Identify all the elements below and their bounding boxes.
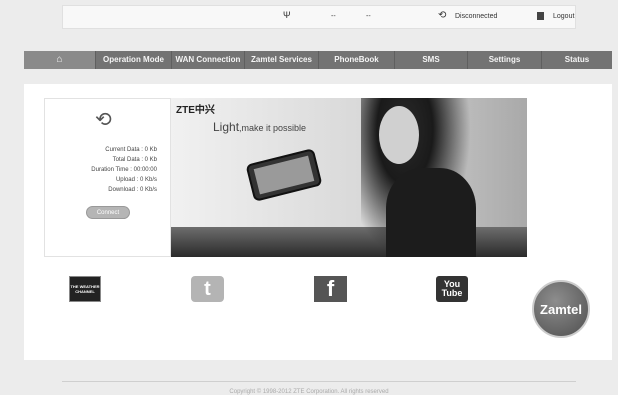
connection-stats: Current Data : 0 Kb Total Data : 0 Kb Du… bbox=[45, 145, 157, 195]
logout-link[interactable]: Logout bbox=[553, 13, 574, 20]
upload-rate: Upload : 0 Kb/s bbox=[115, 177, 157, 183]
main-nav: ⌂ Operation Mode WAN Connection Zamtel S… bbox=[24, 51, 612, 69]
copyright-text: Copyright © 1998-2012 ZTE Corporation. A… bbox=[229, 389, 389, 395]
nav-wan-connection[interactable]: WAN Connection bbox=[172, 51, 245, 69]
banner-figure bbox=[386, 168, 476, 257]
nav-status[interactable]: Status bbox=[542, 51, 612, 69]
disconnected-refresh-icon: ⟲ bbox=[95, 109, 112, 131]
logout-icon[interactable] bbox=[537, 12, 544, 20]
tagline-rest: ,make it possible bbox=[239, 123, 307, 133]
duration-time: Duration Time : 00:00:00 bbox=[91, 167, 157, 173]
tagline-bold: Light bbox=[213, 120, 240, 134]
nav-settings[interactable]: Settings bbox=[468, 51, 542, 69]
facebook-icon[interactable]: f bbox=[314, 276, 347, 302]
youtube-icon[interactable]: You Tube bbox=[436, 276, 468, 302]
status-bar: Ψ -- -- ⟲ Disconnected Logout bbox=[62, 5, 576, 29]
nav-operation-mode[interactable]: Operation Mode bbox=[96, 51, 172, 69]
download-rate: Download : 0 Kb/s bbox=[108, 187, 157, 193]
banner-face bbox=[379, 106, 419, 164]
roaming-text: -- bbox=[366, 13, 371, 20]
home-icon[interactable]: ⌂ bbox=[24, 51, 96, 69]
zte-logo: ZTE中兴 bbox=[176, 105, 215, 116]
connection-panel: ⟲ Current Data : 0 Kb Total Data : 0 Kb … bbox=[44, 98, 171, 257]
nav-zamtel-services[interactable]: Zamtel Services bbox=[245, 51, 319, 69]
signal-antenna-icon: Ψ bbox=[283, 10, 291, 20]
current-data: Current Data : 0 Kb bbox=[105, 147, 157, 153]
banner-tagline: Light,make it possible bbox=[213, 120, 306, 134]
twitter-icon[interactable]: t bbox=[191, 276, 224, 302]
network-type-text: -- bbox=[331, 13, 336, 20]
weather-channel-icon[interactable]: THE WEATHER CHANNEL bbox=[69, 276, 101, 302]
nav-sms[interactable]: SMS bbox=[395, 51, 468, 69]
banner-tablet bbox=[245, 148, 323, 202]
disconnected-icon: ⟲ bbox=[438, 10, 447, 21]
youtube-tube: Tube bbox=[441, 288, 463, 298]
zamtel-logo-icon[interactable]: Zamtel bbox=[532, 280, 590, 338]
connect-button[interactable]: Connect bbox=[86, 206, 130, 219]
promo-banner: ZTE中兴 Light,make it possible bbox=[171, 98, 527, 257]
nav-phonebook[interactable]: PhoneBook bbox=[319, 51, 395, 69]
connection-status: Disconnected bbox=[455, 13, 498, 20]
footer-divider bbox=[62, 381, 576, 382]
total-data: Total Data : 0 Kb bbox=[112, 157, 157, 163]
tablet-screen bbox=[253, 155, 315, 195]
